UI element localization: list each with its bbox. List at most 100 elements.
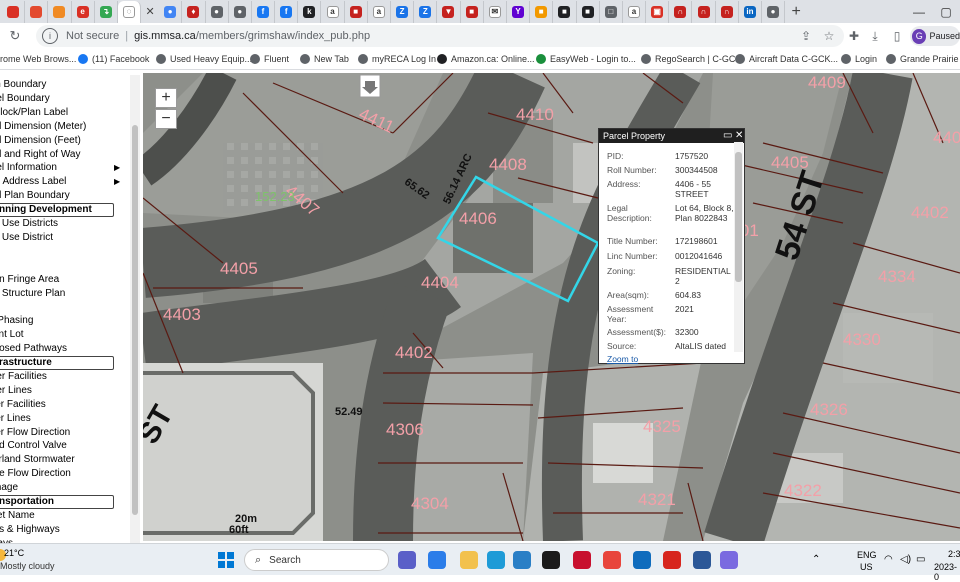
layer-item[interactable]: gal Plan Boundary: [0, 189, 70, 203]
profile-button[interactable]: G Paused: [910, 26, 960, 46]
layer-item[interactable]: gal Dimension (Feet): [0, 134, 81, 148]
weather-desc[interactable]: Mostly cloudy: [0, 561, 55, 571]
browser-tab[interactable]: ∩: [669, 0, 693, 23]
layer-item[interactable]: ater Lines: [0, 384, 32, 398]
browser-tab[interactable]: ▼: [437, 0, 461, 23]
browser-tab[interactable]: in: [739, 0, 762, 23]
start-button[interactable]: [218, 552, 234, 568]
browser-tab[interactable]: ●: [229, 0, 252, 23]
bookmark-item[interactable]: Grande Prairie: [886, 54, 959, 64]
widgets-icon[interactable]: [428, 551, 446, 569]
bookmark-item[interactable]: Used Heavy Equip...: [156, 54, 252, 64]
info-icon[interactable]: i: [42, 28, 58, 44]
layer-item[interactable]: rcel Boundary: [0, 92, 50, 106]
layer-item[interactable]: ads & Highways: [0, 523, 60, 537]
zoom-to-link[interactable]: Zoom to: [607, 354, 638, 364]
browser-tab[interactable]: ●: [159, 0, 183, 23]
popup-scrollbar[interactable]: [734, 142, 743, 352]
clock-date[interactable]: 2023-0: [934, 562, 960, 582]
browser-tab[interactable]: a: [623, 0, 647, 23]
outlook-icon[interactable]: [633, 551, 651, 569]
browser-tab[interactable]: [48, 0, 72, 23]
layer-item[interactable]: wer Facilities: [0, 398, 46, 412]
layer-item[interactable]: wn Boundary: [0, 78, 46, 92]
layer-group-header[interactable]: nsportation: [0, 495, 114, 509]
chevron-right-icon[interactable]: ▶: [114, 161, 120, 175]
browser-tab[interactable]: Y: [507, 0, 531, 23]
word-icon[interactable]: [693, 551, 711, 569]
acrobat-icon[interactable]: [663, 551, 681, 569]
layer-item[interactable]: ea Structure Plan: [0, 287, 65, 301]
layer-item[interactable]: wer Lines: [0, 412, 31, 426]
bookmark-item[interactable]: Amazon.ca: Online...: [437, 54, 535, 64]
bookmark-item[interactable]: EasyWeb - Login to...: [536, 54, 636, 64]
maximize-popup-icon[interactable]: ▭: [723, 129, 732, 143]
close-tab-icon[interactable]: ✕: [141, 5, 159, 18]
browser-tab[interactable]: ■: [553, 0, 577, 23]
layer-item[interactable]: verland Stormwater: [0, 453, 75, 467]
close-popup-icon[interactable]: ✕: [735, 129, 743, 143]
bookmark-item[interactable]: Aircraft Data C-GCK...: [735, 54, 838, 64]
teams-icon[interactable]: [398, 551, 416, 569]
browser-tab[interactable]: ∩: [716, 0, 739, 23]
scrollbar-thumb[interactable]: [735, 152, 742, 282]
layer-item[interactable]: age Flow Direction: [0, 467, 71, 481]
layer-item[interactable]: cant Lot: [0, 328, 24, 342]
browser-tab[interactable]: f: [252, 0, 276, 23]
browser-tab[interactable]: ∩: [692, 0, 716, 23]
browser-tab[interactable]: ■: [530, 0, 554, 23]
maximize-icon[interactable]: ▢: [932, 0, 960, 23]
browser-tab[interactable]: a: [321, 0, 345, 23]
browser-tab[interactable]: ◌: [117, 0, 142, 23]
layer-item[interactable]: gal and Right of Way: [0, 148, 80, 162]
layer-group-header[interactable]: rastructure: [0, 356, 114, 370]
chevron-right-icon[interactable]: ▶: [114, 175, 120, 189]
layer-item[interactable]: nd Use Districts: [0, 217, 58, 231]
browser-tab[interactable]: Z: [391, 0, 415, 23]
map-view[interactable]: 4411 4410 4409 4408 4407 4406 4405 4404 4403 4402…: [143, 73, 960, 541]
new-tab-button[interactable]: +: [785, 3, 807, 21]
taskbar-search[interactable]: ⌕ Search: [244, 549, 389, 571]
volume-icon[interactable]: ◁): [900, 554, 911, 565]
layer-item[interactable]: P Phasing: [0, 314, 33, 328]
layer-item[interactable]: ater Facilities: [0, 370, 47, 384]
browser-tab[interactable]: k: [298, 0, 322, 23]
extensions-icon[interactable]: ✚: [845, 27, 863, 45]
dell-icon[interactable]: [542, 551, 560, 569]
browser-tab[interactable]: ■: [345, 0, 368, 23]
layer-item[interactable]: reet Name: [0, 509, 35, 523]
side-panel-icon[interactable]: ▯: [888, 27, 906, 45]
layer-item[interactable]: t/Block/Plan Label: [0, 106, 68, 120]
layer-item[interactable]: ood Control Valve: [0, 439, 67, 453]
browser-tab[interactable]: □: [600, 0, 623, 23]
browser-tab[interactable]: f: [275, 0, 299, 23]
lang-top[interactable]: ENG: [857, 550, 877, 560]
bookmark-item[interactable]: myRECA Log In: [358, 54, 436, 64]
bookmark-item[interactable]: RegoSearch | C-GC...: [641, 54, 743, 64]
zoom-in-button[interactable]: +: [155, 88, 177, 108]
weather-temp[interactable]: 21°C: [4, 548, 24, 558]
chrome-icon[interactable]: [603, 551, 621, 569]
browser-tab[interactable]: Z: [414, 0, 438, 23]
file-explorer-icon[interactable]: [460, 551, 478, 569]
wifi-icon[interactable]: ◠: [884, 554, 893, 565]
layer-item[interactable]: ban Fringe Area: [0, 273, 59, 287]
browser-tab[interactable]: ♦: [182, 0, 206, 23]
address-bar[interactable]: i Not secure | gis.mmsa.ca/members/grims…: [36, 25, 844, 47]
battery-icon[interactable]: ▭: [916, 554, 925, 565]
share-icon[interactable]: ⇪: [797, 27, 815, 45]
lang-bottom[interactable]: US: [860, 562, 873, 572]
browser-tab[interactable]: [2, 0, 26, 23]
bookmark-item[interactable]: rome Web Brows...: [0, 54, 76, 64]
layer-item[interactable]: wer Flow Direction: [0, 426, 70, 440]
browser-tab[interactable]: ■: [461, 0, 484, 23]
bookmark-item[interactable]: Login: [841, 54, 877, 64]
browser-tab[interactable]: ●: [206, 0, 229, 23]
layer-item[interactable]: vic Address Label ▶: [0, 175, 120, 189]
browser-tab[interactable]: ▣: [646, 0, 670, 23]
browser-tab[interactable]: a: [368, 0, 391, 23]
layer-group-header[interactable]: nning Development: [0, 203, 114, 218]
clock-time[interactable]: 2:3: [948, 549, 960, 559]
browser-tab[interactable]: ↴: [95, 0, 118, 23]
edge-icon[interactable]: [487, 551, 505, 569]
